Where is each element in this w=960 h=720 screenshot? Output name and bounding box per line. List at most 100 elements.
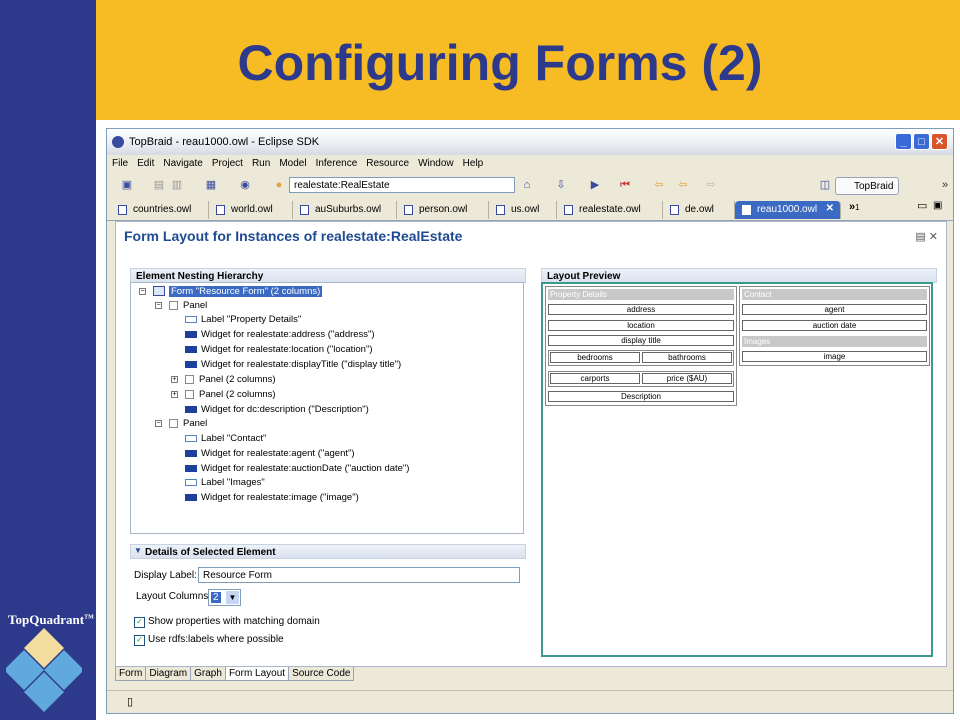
tab-realestate[interactable]: realestate.owl	[557, 201, 663, 219]
tab-overflow-icon[interactable]: »1	[849, 201, 860, 213]
tree-row-widget[interactable]: Widget for realestate:agent ("agent")	[185, 447, 355, 461]
expand-icon[interactable]: +	[171, 376, 178, 383]
owl-file-icon	[496, 205, 505, 215]
tree-label: Widget for realestate:auctionDate ("auct…	[201, 463, 410, 474]
tab-form-layout[interactable]: Form Layout	[224, 667, 290, 681]
widget-icon	[185, 331, 197, 338]
tab-us[interactable]: us.owl	[489, 201, 557, 219]
menu-navigate[interactable]: Navigate	[158, 155, 206, 169]
tree-row-label[interactable]: Label "Contact"	[185, 432, 266, 446]
print-icon[interactable]: ▥	[171, 179, 183, 191]
tree-label: Label "Contact"	[201, 433, 267, 444]
preview-bathrooms-widget: bathrooms	[642, 352, 732, 363]
collapse-icon[interactable]: −	[155, 420, 162, 427]
preview-description-widget: Description	[548, 391, 734, 402]
maximize-view-icon[interactable]: ▣	[933, 200, 942, 211]
preview-section-header: Layout Preview	[541, 268, 937, 283]
tree-row-widget[interactable]: Widget for realestate:displayTitle ("dis…	[185, 358, 401, 372]
tab-source-code[interactable]: Source Code	[288, 667, 355, 681]
close-tab-icon[interactable]: ✕	[826, 203, 834, 214]
tab-label: de.owl	[685, 204, 714, 215]
tab-form[interactable]: Form	[115, 667, 147, 681]
expand-icon[interactable]: +	[171, 391, 178, 398]
open-perspective-icon[interactable]: ◫	[819, 179, 831, 191]
display-label-input[interactable]: Resource Form	[198, 567, 520, 583]
tab-world[interactable]: world.owl	[209, 201, 293, 219]
section-toggle-icon[interactable]: ▼	[134, 546, 142, 555]
checkbox-checked-icon[interactable]: ✓	[134, 635, 145, 646]
preview-images-label: Images	[742, 336, 927, 347]
eclipse-app-icon	[112, 136, 124, 148]
layout-columns-value: 2	[211, 592, 221, 603]
layout-columns-select[interactable]: 2 ▼	[208, 589, 241, 606]
import-icon[interactable]: ⇩	[555, 179, 567, 191]
tree-row-label[interactable]: Label "Property Details"	[185, 313, 301, 327]
chevron-down-icon[interactable]: ▼	[226, 591, 239, 604]
maximize-button[interactable]: □	[913, 133, 930, 150]
menu-bar: File Edit Navigate Project Run Model Inference…	[107, 155, 953, 173]
tree-row-widget[interactable]: Widget for realestate:image ("image")	[185, 491, 359, 505]
tab-reau1000[interactable]: reau1000.owl ✕	[735, 201, 841, 219]
copy-icon[interactable]: ▦	[205, 179, 217, 191]
menu-icon[interactable]: ▤	[915, 231, 925, 243]
next-icon[interactable]: ⇨	[705, 179, 717, 191]
owl-file-icon	[670, 205, 679, 215]
details-section-header[interactable]: ▼ Details of Selected Element	[130, 544, 526, 559]
collapse-icon[interactable]: −	[139, 288, 146, 295]
collapse-icon[interactable]: −	[155, 302, 162, 309]
tab-graph[interactable]: Graph	[190, 667, 226, 681]
domain-checkbox-row[interactable]: ✓ Show properties with matching domain	[134, 616, 320, 628]
fast-view-icon[interactable]: ▯	[127, 695, 133, 708]
save-icon[interactable]: ▤	[153, 179, 165, 191]
close-button[interactable]: ✕	[931, 133, 948, 150]
preview-display-title-widget: display title	[548, 335, 734, 346]
tree-row-widget[interactable]: Widget for dc:description ("Description"…	[185, 403, 369, 417]
preview-property-details-label: Property Details	[548, 289, 734, 300]
menu-run[interactable]: Run	[247, 155, 274, 169]
forward-icon[interactable]: ⇦	[677, 179, 689, 191]
menu-window[interactable]: Window	[413, 155, 458, 169]
tree-row-widget[interactable]: Widget for realestate:auctionDate ("auct…	[185, 462, 409, 476]
brand-name-text: TopQuadrant	[8, 612, 85, 627]
tree-row-label[interactable]: Label "Images"	[185, 476, 265, 490]
back-icon[interactable]: ⇦	[653, 179, 665, 191]
tab-label: reau1000.owl	[757, 204, 818, 215]
minimize-view-icon[interactable]: ▭	[917, 199, 927, 212]
tab-person[interactable]: person.owl	[397, 201, 489, 219]
preview-left-panel: Property Details address location displa…	[545, 286, 737, 406]
preview-contact-label: Contact	[742, 289, 927, 300]
tab-overflow-count: 1	[855, 203, 860, 212]
menu-model[interactable]: Model	[274, 155, 310, 169]
new-icon[interactable]: ▣	[121, 179, 133, 191]
brand-name: TopQuadrantTM	[8, 612, 94, 628]
menu-resource[interactable]: Resource	[361, 155, 413, 169]
menu-help[interactable]: Help	[458, 155, 488, 169]
resource-field[interactable]: realestate:RealEstate	[289, 177, 515, 193]
globe-icon[interactable]: ◉	[239, 179, 251, 191]
toolbar-overflow-icon[interactable]: »	[939, 179, 951, 191]
minimize-button[interactable]: _	[895, 133, 912, 150]
tab-countries[interactable]: countries.owl	[111, 201, 209, 219]
menu-edit[interactable]: Edit	[132, 155, 158, 169]
close-editor-icon[interactable]: ✕	[929, 231, 938, 243]
reset-icon[interactable]: ⏮	[619, 179, 631, 191]
run-icon[interactable]: ▶	[589, 179, 601, 191]
checkbox-checked-icon[interactable]: ✓	[134, 617, 145, 628]
tab-de[interactable]: de.owl	[663, 201, 735, 219]
topbraid-perspective-button[interactable]: TopBraid	[835, 177, 899, 195]
label-icon	[185, 316, 197, 323]
widget-icon	[185, 465, 197, 472]
tab-diagram[interactable]: Diagram	[145, 667, 192, 681]
tree-row-widget[interactable]: Widget for realestate:location ("locatio…	[185, 343, 373, 357]
tree-row-widget[interactable]: Widget for realestate:address ("address"…	[185, 328, 375, 342]
owl-file-icon	[404, 205, 413, 215]
home-icon[interactable]: ⌂	[521, 179, 533, 191]
menu-file[interactable]: File	[107, 155, 132, 169]
tab-ausuburbs[interactable]: auSuburbs.owl	[293, 201, 397, 219]
owl-file-icon	[564, 205, 573, 215]
owl-file-icon	[118, 205, 127, 215]
menu-inference[interactable]: Inference	[311, 155, 362, 169]
menu-project[interactable]: Project	[207, 155, 247, 169]
labels-checkbox-row[interactable]: ✓ Use rdfs:labels where possible	[134, 634, 284, 646]
owl-file-icon	[216, 205, 225, 215]
